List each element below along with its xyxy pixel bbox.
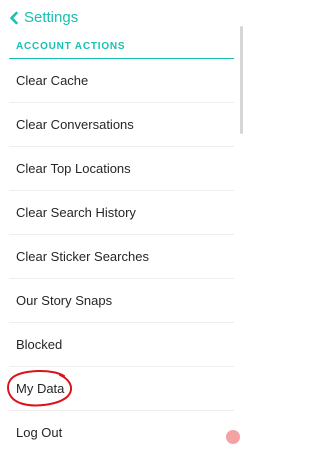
clear-cache-item[interactable]: Clear Cache — [0, 59, 244, 103]
header: Settings — [0, 0, 244, 38]
clear-sticker-searches-item[interactable]: Clear Sticker Searches — [0, 235, 244, 279]
clear-top-locations-item[interactable]: Clear Top Locations — [0, 147, 244, 191]
section-header: ACCOUNT ACTIONS — [16, 41, 126, 52]
item-label: Our Story Snaps — [16, 293, 113, 308]
clear-conversations-item[interactable]: Clear Conversations — [0, 103, 244, 147]
log-out-item[interactable]: Log Out — [0, 411, 244, 455]
our-story-snaps-item[interactable]: Our Story Snaps — [0, 279, 244, 323]
chevron-left-icon[interactable] — [9, 11, 19, 25]
blocked-item[interactable]: Blocked — [0, 323, 244, 367]
item-label: Log Out — [16, 425, 63, 440]
page-title: Settings — [24, 9, 79, 26]
red-circle-annotation — [7, 370, 73, 407]
item-label: Clear Search History — [16, 205, 136, 220]
item-label: Clear Top Locations — [16, 161, 131, 176]
item-label: Clear Cache — [16, 73, 89, 88]
avatar[interactable] — [226, 430, 240, 444]
item-label: Clear Sticker Searches — [16, 249, 149, 264]
clear-search-history-item[interactable]: Clear Search History — [0, 191, 244, 235]
item-label: Clear Conversations — [16, 117, 134, 132]
item-label: Blocked — [16, 337, 63, 352]
